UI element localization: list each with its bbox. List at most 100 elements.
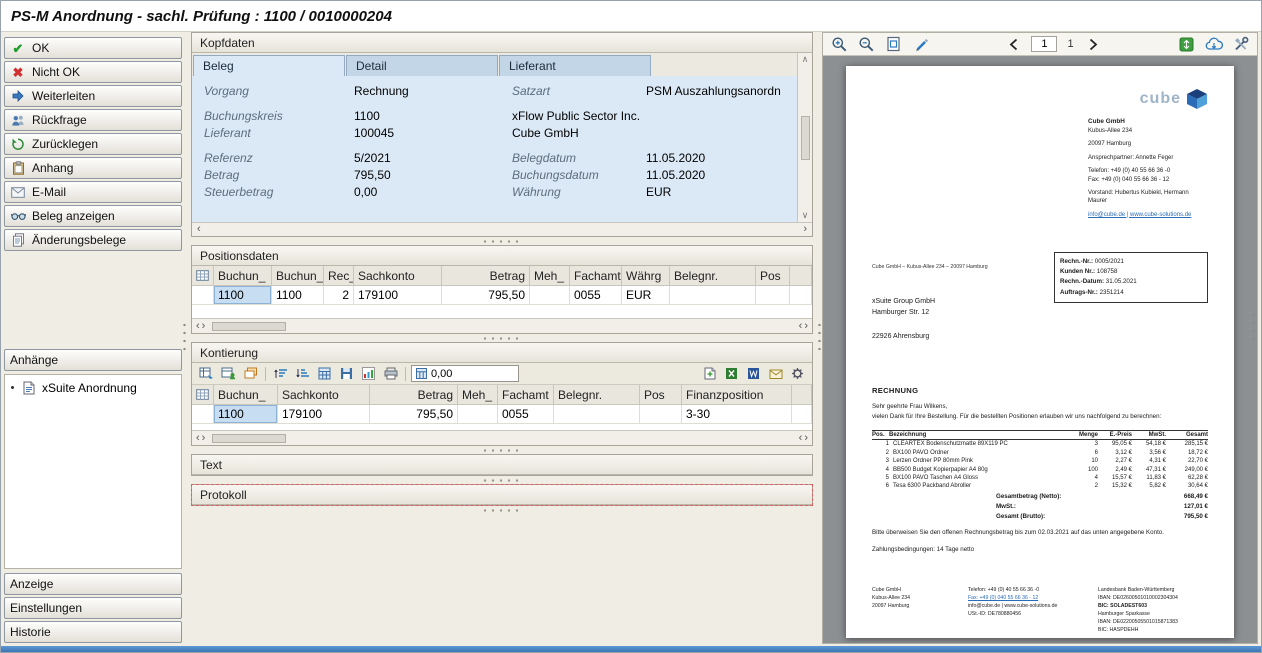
table-cell[interactable]	[530, 286, 570, 305]
column-header[interactable]: Sachkonto	[354, 266, 442, 286]
ok-button[interactable]: ✔ OK	[4, 37, 182, 59]
table-options-icon[interactable]	[192, 266, 214, 286]
attachment-item[interactable]: xSuite Anordnung	[11, 380, 175, 395]
scrollbar-track[interactable]	[210, 433, 793, 444]
excel-export-icon[interactable]	[722, 365, 741, 382]
kontierung-scrollbar[interactable]: ‹ › ‹ ›	[192, 430, 812, 445]
zoom-out-icon[interactable]	[857, 35, 876, 53]
word-export-icon[interactable]	[744, 365, 763, 382]
prev-page-icon[interactable]	[1004, 35, 1023, 53]
column-header[interactable]: Buchun_	[272, 266, 324, 286]
scroll-right-icon[interactable]: ›	[804, 321, 808, 332]
not-ok-button[interactable]: ✖ Nicht OK	[4, 61, 182, 83]
attachments-header[interactable]: Anhänge	[4, 349, 182, 371]
column-header[interactable]: Buchun_	[214, 385, 278, 405]
scroll-left-icon[interactable]: ‹	[799, 433, 803, 444]
horizontal-scrollbar[interactable]: ‹ ›	[192, 222, 812, 236]
settings-button[interactable]: Einstellungen	[4, 597, 182, 619]
table-cell[interactable]: 2	[324, 286, 354, 305]
table-cell[interactable]: 3-30	[682, 405, 792, 424]
scroll-right-icon[interactable]: ›	[803, 224, 807, 235]
scroll-right-icon[interactable]: ›	[202, 433, 206, 444]
row-select-cell[interactable]	[192, 286, 214, 305]
column-header[interactable]: Meh_	[530, 266, 570, 286]
table-cell[interactable]	[756, 286, 790, 305]
table-cell[interactable]: 0055	[498, 405, 554, 424]
scroll-left-icon[interactable]: ‹	[196, 321, 200, 332]
column-header[interactable]: Finanzposition	[682, 385, 792, 405]
change-documents-button[interactable]: Änderungsbelege	[4, 229, 182, 251]
mail-document-icon[interactable]	[766, 365, 785, 382]
column-header[interactable]: Währg	[622, 266, 670, 286]
column-header[interactable]: Belegnr.	[554, 385, 640, 405]
table-cell[interactable]: 795,50	[370, 405, 458, 424]
fit-page-icon[interactable]	[884, 35, 903, 53]
tab-detail[interactable]: Detail	[346, 55, 498, 76]
column-header[interactable]: Pos	[756, 266, 790, 286]
text-title[interactable]: Text	[192, 455, 812, 475]
section-splitter[interactable]	[191, 237, 813, 245]
cloud-sync-icon[interactable]	[1204, 35, 1223, 53]
table-cell[interactable]: 179100	[354, 286, 442, 305]
tab-beleg[interactable]: Beleg	[193, 55, 345, 76]
table-options-icon[interactable]	[192, 385, 214, 405]
history-button[interactable]: Historie	[4, 621, 182, 643]
scroll-left-icon[interactable]: ‹	[197, 224, 201, 235]
putback-button[interactable]: Zurücklegen	[4, 133, 182, 155]
calculator-icon[interactable]	[315, 365, 334, 382]
column-header[interactable]: Betrag	[442, 266, 530, 286]
email-button[interactable]: E-Mail	[4, 181, 182, 203]
table-cell[interactable]: 1100	[272, 286, 324, 305]
scroll-down-icon[interactable]: ∨	[802, 211, 809, 220]
table-cell[interactable]: 795,50	[442, 286, 530, 305]
section-splitter[interactable]	[191, 446, 813, 454]
scroll-up-icon[interactable]: ∧	[802, 55, 809, 64]
table-user-icon[interactable]	[219, 365, 238, 382]
tab-lieferant[interactable]: Lieferant	[499, 55, 651, 76]
column-header[interactable]: Meh_	[458, 385, 498, 405]
column-header[interactable]: Fachamt	[498, 385, 554, 405]
table-cell[interactable]	[554, 405, 640, 424]
column-header[interactable]: Pos	[640, 385, 682, 405]
scrollbar-thumb[interactable]	[801, 116, 810, 160]
vertical-scrollbar[interactable]: ∧ ∨	[797, 53, 812, 222]
table-cell[interactable]: 0055	[570, 286, 622, 305]
section-splitter[interactable]	[191, 506, 813, 514]
duplicate-window-icon[interactable]	[241, 365, 260, 382]
attachment-button[interactable]: Anhang	[4, 157, 182, 179]
chart-icon[interactable]	[359, 365, 378, 382]
table-cell[interactable]	[458, 405, 498, 424]
zoom-in-icon[interactable]	[830, 35, 849, 53]
save-icon[interactable]	[337, 365, 356, 382]
panel-toggle-icon[interactable]	[1177, 35, 1196, 53]
forward-button[interactable]: Weiterleiten	[4, 85, 182, 107]
scrollbar-track[interactable]	[210, 321, 793, 332]
left-splitter[interactable]	[182, 32, 187, 644]
display-button[interactable]: Anzeige	[4, 573, 182, 595]
settings-gear-icon[interactable]	[788, 365, 807, 382]
page-number-input[interactable]	[1031, 36, 1057, 52]
protokoll-title[interactable]: Protokoll	[192, 485, 812, 505]
print-icon[interactable]	[381, 365, 400, 382]
column-header[interactable]: Buchun_	[214, 266, 272, 286]
scroll-left-icon[interactable]: ‹	[799, 321, 803, 332]
table-cell[interactable]: 179100	[278, 405, 370, 424]
column-header[interactable]: Betrag	[370, 385, 458, 405]
positions-scrollbar[interactable]: ‹ › ‹ ›	[192, 318, 812, 333]
scroll-left-icon[interactable]: ‹	[196, 433, 200, 444]
new-document-icon[interactable]	[700, 365, 719, 382]
section-splitter[interactable]	[191, 476, 813, 484]
table-cell[interactable]: 1100	[214, 286, 272, 305]
column-header[interactable]: Rec_	[324, 266, 354, 286]
table-cell[interactable]: 1100	[214, 405, 278, 424]
column-header[interactable]: Sachkonto	[278, 385, 370, 405]
section-splitter[interactable]	[191, 334, 813, 342]
row-select-cell[interactable]	[192, 405, 214, 424]
table-cell[interactable]	[670, 286, 756, 305]
document-area[interactable]: cube Cube GmbH Kubus-Allee 234 20097 Ham…	[823, 56, 1257, 643]
inquiry-button[interactable]: Rückfrage	[4, 109, 182, 131]
sort-ascending-icon[interactable]	[271, 365, 290, 382]
show-document-button[interactable]: Beleg anzeigen	[4, 205, 182, 227]
viewer-collapse-handle[interactable]	[1250, 308, 1256, 348]
scrollbar-thumb[interactable]	[212, 322, 286, 331]
